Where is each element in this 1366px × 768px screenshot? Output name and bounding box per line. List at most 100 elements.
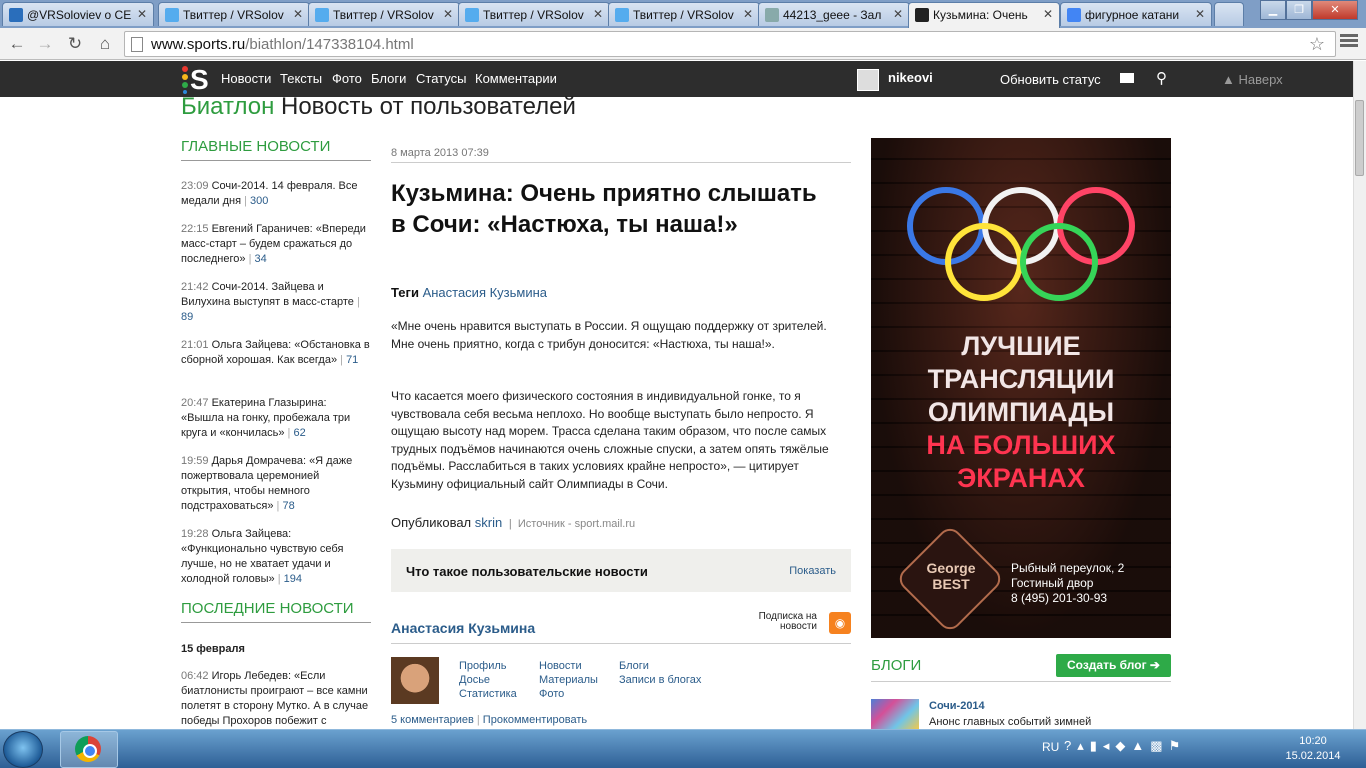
news-item[interactable]: 21:42 Сочи-2014. Зайцева и Вилухина выст…	[181, 280, 371, 325]
author-link[interactable]: skrin	[475, 515, 502, 530]
materials-link[interactable]: Материалы	[539, 674, 598, 686]
favicon-icon	[9, 8, 23, 22]
nav-statuses[interactable]: Статусы	[416, 71, 466, 86]
close-tab-icon[interactable]: ✕	[1195, 7, 1205, 21]
language-indicator[interactable]: RU	[1042, 740, 1059, 754]
advertisement-banner[interactable]: ЛУЧШИЕ ТРАНСЛЯЦИИ ОЛИМПИАДЫ НА БОЛЬШИХ Э…	[871, 138, 1171, 638]
user-news-info-box: Что такое пользовательские новости Показ…	[391, 549, 851, 592]
browser-tab[interactable]: Твиттер / VRSolov ✕	[158, 2, 310, 26]
reload-icon[interactable]: ↻	[64, 33, 86, 55]
maximize-icon[interactable]: ❐	[1286, 0, 1312, 20]
browser-tab-strip: @VRSoloviev о СЕ ✕ Твиттер / VRSolov ✕ Тви…	[0, 0, 1366, 28]
person-name-link[interactable]: Анастасия Кузьмина	[391, 620, 535, 636]
section-link[interactable]: Биатлон	[181, 93, 274, 120]
clock[interactable]: 10:20 15.02.2014	[1280, 734, 1346, 764]
article-tags: Теги Анастасия Кузьмина	[391, 285, 548, 300]
news-item[interactable]: 19:59 Дарья Домрачева: «Я даже пожертвов…	[181, 454, 371, 514]
svg-text:S: S	[190, 64, 209, 94]
comments-count-link[interactable]: 5 комментариев	[391, 714, 474, 726]
close-tab-icon[interactable]: ✕	[293, 7, 303, 21]
browser-tab[interactable]: @VRSoloviev о СЕ ✕	[2, 2, 154, 26]
new-tab-button[interactable]	[1214, 2, 1244, 26]
latest-news-heading: ПОСЛЕДНИЕ НОВОСТИ	[181, 600, 354, 617]
close-tab-icon[interactable]: ✕	[593, 7, 603, 21]
news-item[interactable]: 23:09 Сочи-2014. 14 февраля. Все медали …	[181, 179, 371, 209]
ad-headline: ЛУЧШИЕ ТРАНСЛЯЦИИ ОЛИМПИАДЫ НА БОЛЬШИХ Э…	[926, 331, 1116, 493]
news-date: 15 февраля	[181, 643, 245, 655]
nav-comments[interactable]: Комментарии	[475, 71, 557, 86]
profile-link[interactable]: Профиль	[459, 660, 507, 672]
close-tab-icon[interactable]: ✕	[1043, 7, 1053, 21]
blogs-link[interactable]: Блоги	[619, 660, 649, 672]
nav-news[interactable]: Новости	[221, 71, 271, 86]
news-item[interactable]: 19:28 Ольга Зайцева: «Функционально чувс…	[181, 527, 371, 587]
forward-icon[interactable]: →	[34, 33, 56, 55]
news-item[interactable]: 21:01 Ольга Зайцева: «Обстановка в сборн…	[181, 338, 371, 368]
bookmark-star-icon[interactable]: ☆	[1309, 34, 1325, 55]
news-link[interactable]: Новости	[539, 660, 582, 672]
photo-link[interactable]: Фото	[539, 688, 564, 700]
blog-posts-link[interactable]: Записи в блогах	[619, 674, 701, 686]
create-blog-button[interactable]: Создать блог ➔	[1056, 654, 1171, 677]
comment-link[interactable]: Прокомментировать	[483, 714, 587, 726]
back-icon[interactable]: ←	[6, 33, 28, 55]
avatar[interactable]	[857, 69, 879, 91]
olympic-rings-icon	[907, 187, 1135, 301]
news-item[interactable]: 06:42 Игорь Лебедев: «Если биатлонисты п…	[181, 669, 371, 729]
browser-tab[interactable]: Твиттер / VRSolov ✕	[608, 2, 760, 26]
dossier-link[interactable]: Досье	[459, 674, 490, 686]
article-paragraph: «Мне очень нравится выступать в России. …	[391, 319, 827, 351]
divider	[181, 160, 371, 161]
ad-address: Рыбный переулок, 2 Гостиный двор 8 (495)…	[1011, 561, 1125, 605]
article-title: Кузьмина: Очень приятно слышать в Сочи: …	[391, 180, 817, 238]
search-icon[interactable]: ⚲	[1156, 69, 1167, 87]
divider	[871, 681, 1171, 682]
close-tab-icon[interactable]: ✕	[893, 7, 903, 21]
home-icon[interactable]: ⌂	[94, 33, 116, 55]
to-top-link[interactable]: ▲ Наверх	[1222, 72, 1283, 87]
page-title: Биатлон Новость от пользователей	[181, 93, 576, 120]
blog-thumbnail[interactable]	[871, 699, 919, 729]
browser-tab[interactable]: Твиттер / VRSolov ✕	[308, 2, 460, 26]
browser-toolbar: ← → ↻ ⌂ www.sports.ru/biathlon/147338104…	[0, 28, 1366, 60]
username-link[interactable]: nikeovi	[888, 70, 933, 85]
browser-tab[interactable]: фигурное катани ✕	[1060, 2, 1212, 26]
nav-texts[interactable]: Тексты	[280, 71, 322, 86]
twitter-icon	[165, 8, 179, 22]
rss-icon[interactable]: ◉	[829, 612, 851, 634]
close-window-icon[interactable]: ✕	[1312, 0, 1358, 20]
minimize-icon[interactable]: ▁	[1260, 0, 1286, 20]
comments-bar: 5 комментариев | Прокомментировать	[391, 714, 588, 726]
page-icon	[131, 37, 143, 52]
person-photo[interactable]	[391, 657, 439, 704]
close-tab-icon[interactable]: ✕	[137, 7, 147, 21]
address-bar[interactable]: www.sports.ru/biathlon/147338104.html ☆	[124, 31, 1336, 57]
scrollbar-thumb[interactable]	[1355, 100, 1364, 176]
stats-link[interactable]: Статистика	[459, 688, 517, 700]
nav-photo[interactable]: Фото	[332, 71, 362, 86]
site-header: S Новости Тексты Фото Блоги Статусы Комм…	[0, 61, 1353, 97]
google-icon	[1067, 8, 1081, 22]
system-tray-icons[interactable]: ?▴▮◂◆▲▩⚑	[1064, 738, 1186, 754]
article-date: 8 марта 2013 07:39	[391, 147, 489, 159]
nav-blogs[interactable]: Блоги	[371, 71, 406, 86]
show-link[interactable]: Показать	[789, 565, 836, 577]
start-button[interactable]	[3, 731, 43, 768]
news-item[interactable]: 22:15 Евгений Гараничев: «Впереди масс-с…	[181, 222, 371, 267]
browser-tab[interactable]: Твиттер / VRSolov ✕	[458, 2, 610, 26]
sports-ru-logo[interactable]: S	[181, 64, 211, 94]
news-item[interactable]: 20:47 Екатерина Глазырина: «Вышла на гон…	[181, 396, 371, 441]
blog-entry-title[interactable]: Сочи-2014	[929, 700, 985, 712]
mail-icon[interactable]	[1120, 73, 1134, 83]
close-tab-icon[interactable]: ✕	[443, 7, 453, 21]
browser-tab-active[interactable]: Кузьмина: Очень ✕	[908, 2, 1060, 28]
divider	[391, 643, 851, 644]
chrome-icon	[75, 736, 101, 762]
browser-tab[interactable]: 44213_geee - Зал ✕	[758, 2, 910, 26]
close-tab-icon[interactable]: ✕	[743, 7, 753, 21]
divider	[181, 622, 371, 623]
tag-link[interactable]: Анастасия Кузьмина	[423, 285, 547, 300]
update-status-link[interactable]: Обновить статус	[1000, 72, 1101, 87]
chrome-menu-icon[interactable]	[1340, 34, 1358, 49]
subscribe-label[interactable]: Подписка на новости	[752, 612, 817, 632]
